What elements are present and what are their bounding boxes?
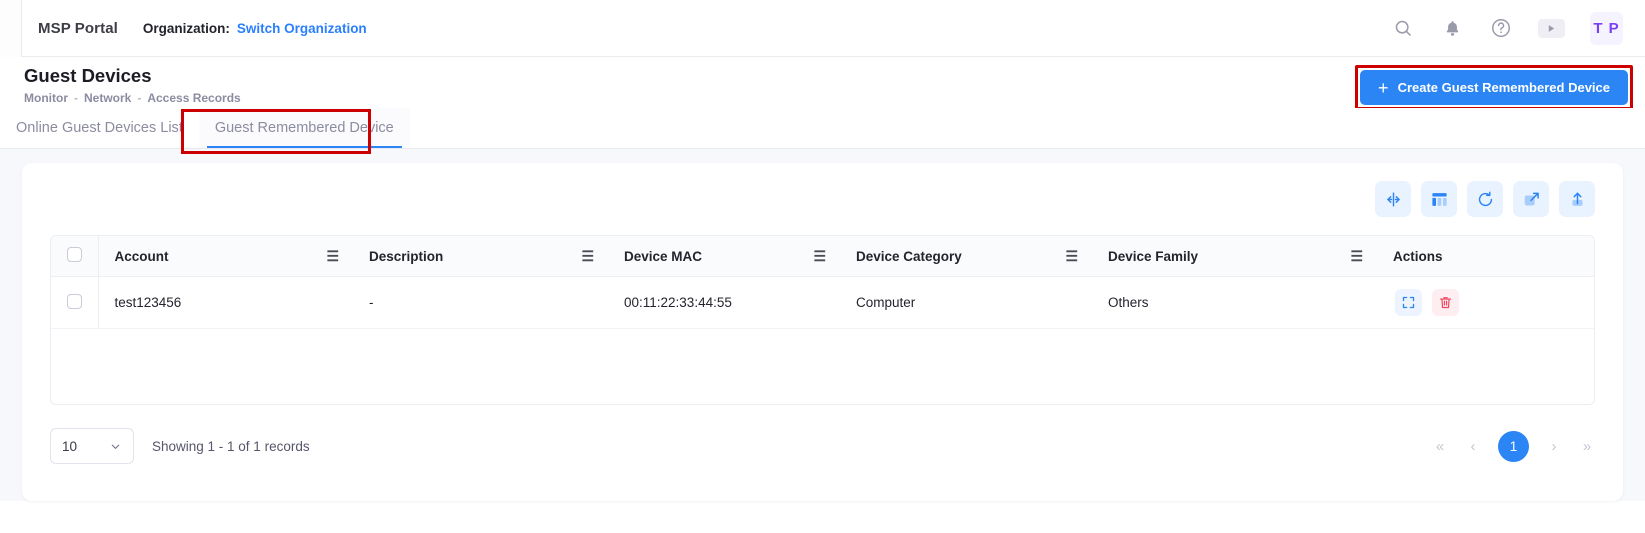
- column-menu-icon[interactable]: ☰: [326, 249, 339, 263]
- search-icon[interactable]: [1391, 16, 1415, 40]
- first-page-button[interactable]: «: [1432, 438, 1448, 455]
- last-page-button[interactable]: »: [1579, 438, 1595, 455]
- topbar-actions: T P: [1391, 12, 1623, 45]
- column-header-device-family[interactable]: Device Family ☰: [1092, 236, 1377, 277]
- column-menu-icon[interactable]: ☰: [581, 249, 594, 263]
- create-guest-remembered-device-button[interactable]: + Create Guest Remembered Device: [1360, 70, 1628, 105]
- select-all-checkbox[interactable]: [67, 247, 82, 262]
- top-navigation-bar: MSP Portal Organization: Switch Organiza…: [0, 0, 1645, 57]
- avatar[interactable]: T P: [1590, 12, 1623, 45]
- column-header-device-mac[interactable]: Device MAC ☰: [608, 236, 840, 277]
- breadcrumb-separator: -: [137, 91, 141, 105]
- table-toolbar: [22, 163, 1623, 235]
- records-summary: Showing 1 - 1 of 1 records: [152, 439, 310, 454]
- tab-guest-remembered-device[interactable]: Guest Remembered Device: [199, 108, 410, 148]
- column-menu-icon[interactable]: ☰: [1350, 249, 1363, 263]
- fit-columns-icon[interactable]: [1375, 181, 1411, 217]
- table-header: Account ☰ Description ☰ Device MAC ☰ D: [51, 236, 1594, 277]
- video-play-icon[interactable]: [1538, 19, 1565, 38]
- brand-title: MSP Portal: [38, 20, 118, 37]
- create-button-highlight: + Create Guest Remembered Device: [1355, 65, 1633, 110]
- cell-device-category: Computer: [840, 277, 1092, 329]
- tab-online-guest-devices-list[interactable]: Online Guest Devices List: [0, 108, 199, 148]
- cell-account: test123456: [98, 277, 353, 329]
- cell-device-mac: 00:11:22:33:44:55: [608, 277, 840, 329]
- column-label: Actions: [1393, 249, 1443, 264]
- content-area: Account ☰ Description ☰ Device MAC ☰ D: [0, 149, 1645, 501]
- help-circle-icon[interactable]: [1489, 16, 1513, 40]
- select-all-header: [51, 236, 98, 277]
- switch-organization-link[interactable]: Switch Organization: [237, 21, 367, 36]
- breadcrumb: Monitor - Network - Access Records: [24, 91, 241, 105]
- column-label: Device Category: [856, 249, 962, 264]
- chevron-down-icon: [109, 440, 122, 453]
- breadcrumb-item-access-records[interactable]: Access Records: [147, 91, 240, 105]
- table-footer: 10 Showing 1 - 1 of 1 records « ‹ 1 › »: [22, 405, 1623, 473]
- tab-label: Guest Remembered Device: [215, 120, 394, 136]
- column-settings-icon[interactable]: [1421, 181, 1457, 217]
- table-body: test123456 - 00:11:22:33:44:55 Computer …: [51, 277, 1594, 329]
- sidebar-collapsed-rail[interactable]: [0, 0, 22, 57]
- column-label: Device MAC: [624, 249, 702, 264]
- next-page-button[interactable]: ›: [1546, 438, 1562, 455]
- table-card: Account ☰ Description ☰ Device MAC ☰ D: [22, 163, 1623, 501]
- page-size-value: 10: [62, 439, 77, 454]
- page-title: Guest Devices: [24, 64, 241, 88]
- breadcrumb-separator: -: [74, 91, 78, 105]
- bell-icon[interactable]: [1440, 16, 1464, 40]
- row-checkbox[interactable]: [67, 294, 82, 309]
- previous-page-button[interactable]: ‹: [1465, 438, 1481, 455]
- page-header: Guest Devices Monitor - Network - Access…: [0, 57, 1645, 108]
- fullscreen-icon[interactable]: [1513, 181, 1549, 217]
- column-label: Account: [115, 249, 169, 264]
- organization-label: Organization:: [143, 21, 230, 36]
- breadcrumb-item-network[interactable]: Network: [84, 91, 131, 105]
- cell-description: -: [353, 277, 608, 329]
- column-header-device-category[interactable]: Device Category ☰: [840, 236, 1092, 277]
- tab-bar: Online Guest Devices List Guest Remember…: [0, 108, 1645, 149]
- pagination: « ‹ 1 › »: [1432, 431, 1595, 462]
- table-header-row: Account ☰ Description ☰ Device MAC ☰ D: [51, 236, 1594, 277]
- column-header-account[interactable]: Account ☰: [98, 236, 353, 277]
- data-table-container: Account ☰ Description ☰ Device MAC ☰ D: [50, 235, 1595, 405]
- column-label: Device Family: [1108, 249, 1198, 264]
- refresh-icon[interactable]: [1467, 181, 1503, 217]
- row-actions: [1393, 289, 1594, 316]
- cell-device-family: Others: [1092, 277, 1377, 329]
- tab-label: Online Guest Devices List: [16, 120, 183, 136]
- page-size-select[interactable]: 10: [50, 428, 134, 464]
- table-row[interactable]: test123456 - 00:11:22:33:44:55 Computer …: [51, 277, 1594, 329]
- export-icon[interactable]: [1559, 181, 1595, 217]
- guest-remembered-device-table: Account ☰ Description ☰ Device MAC ☰ D: [51, 236, 1594, 329]
- view-details-icon[interactable]: [1395, 289, 1422, 316]
- plus-icon: +: [1378, 79, 1389, 97]
- column-header-actions: Actions: [1377, 236, 1594, 277]
- breadcrumb-item-monitor[interactable]: Monitor: [24, 91, 68, 105]
- delete-icon[interactable]: [1432, 289, 1459, 316]
- create-button-label: Create Guest Remembered Device: [1398, 80, 1610, 95]
- page-button-1[interactable]: 1: [1498, 431, 1529, 462]
- column-menu-icon[interactable]: ☰: [813, 249, 826, 263]
- row-select-cell: [51, 277, 98, 329]
- column-menu-icon[interactable]: ☰: [1065, 249, 1078, 263]
- column-label: Description: [369, 249, 443, 264]
- cell-actions: [1377, 277, 1594, 329]
- column-header-description[interactable]: Description ☰: [353, 236, 608, 277]
